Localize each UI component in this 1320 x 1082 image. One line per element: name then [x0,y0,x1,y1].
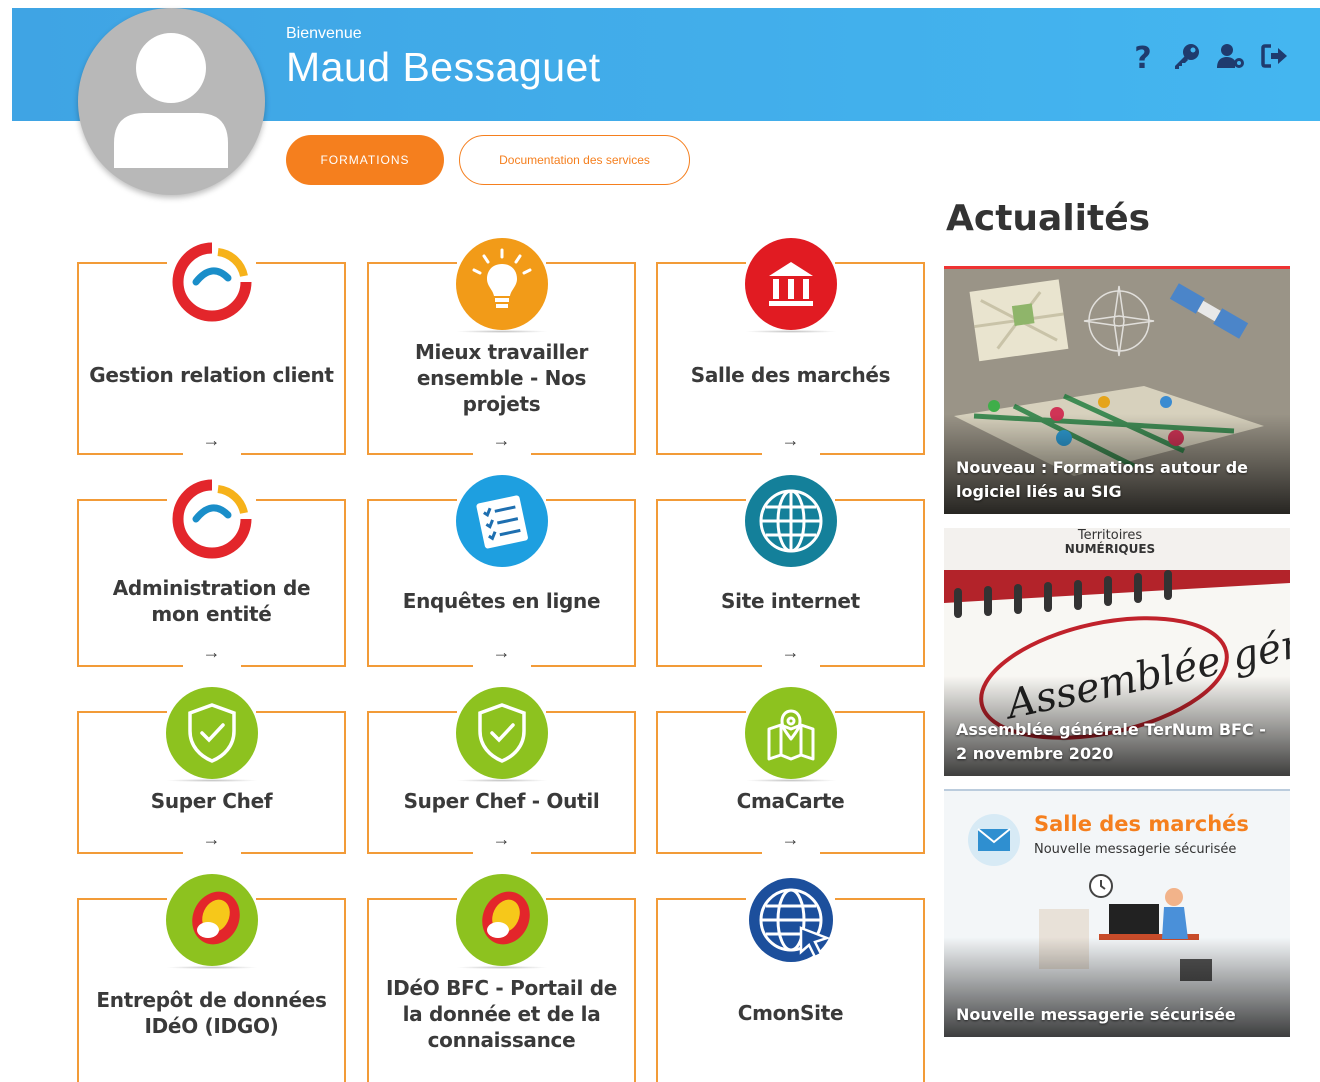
tile-title: Enquêtes en ligne [402,589,601,613]
tile-cmonsite[interactable]: CmonSite [656,878,925,1082]
tile-title: CmaCarte [736,789,845,813]
news-caption: Nouveau : Formations autour de logiciel … [956,458,1249,501]
shield-check-icon [455,687,548,779]
user-name: Maud Bessaguet [286,44,601,90]
arrow-right-icon: → [781,829,800,849]
ideo-icon [455,874,548,966]
welcome-text: Bienvenue [286,25,362,42]
tile-super-chef-outil[interactable]: Super Chef - Outil → [367,687,636,854]
tile-title: Site internet [721,589,860,613]
arrow-right-icon: → [202,430,221,450]
news-caption: Assemblée générale TerNum BFC - 2 novemb… [956,720,1266,763]
tile-gestion-relation-client[interactable]: Gestion relation client → [77,242,346,455]
tile-super-chef[interactable]: Super Chef → [77,687,346,854]
crm-icon [166,475,258,567]
formations-button[interactable]: FORMATIONS [286,135,444,185]
svg-text:?: ? [1134,41,1151,71]
tile-ideo-bfc-portail[interactable]: IDéO BFC - Portail de la donnée et de la… [367,874,636,1082]
globe-icon [744,475,837,567]
tile-enquetes-en-ligne[interactable]: Enquêtes en ligne → [367,475,636,667]
user-settings-icon[interactable] [1216,39,1246,73]
tile-title: Super Chef [150,789,273,813]
arrow-right-icon: → [492,829,511,849]
arrow-right-icon: → [492,642,511,662]
news-card-messagerie[interactable]: Salle des marchés Nouvelle messagerie sé… [944,789,1290,1037]
tile-cmacarte[interactable]: CmaCarte → [656,687,925,854]
tile-title: Entrepôt de données IDéO (IDGO) [96,988,327,1038]
tile-mieux-travailler-ensemble[interactable]: Mieux travailler ensemble - Nos projets … [367,238,636,455]
tile-title: IDéO BFC - Portail de la donnée et de la… [386,976,617,1052]
crm-icon [166,238,258,330]
tile-title: Super Chef - Outil [403,789,600,813]
brand-name-bottom: NUMÉRIQUES [1065,541,1155,556]
tile-title: CmonSite [737,1001,844,1025]
news-heading: Actualités [946,198,1151,239]
logout-icon[interactable] [1260,39,1290,73]
web-cursor-icon [745,874,837,966]
tile-administration-de-mon-entite[interactable]: Administration de mon entité → [77,479,346,667]
arrow-right-icon: → [492,430,511,450]
news-card-formations-sig[interactable]: Nouveau : Formations autour de logiciel … [944,266,1290,514]
messaging-subtitle: Nouvelle messagerie sécurisée [1034,842,1236,857]
news-caption: Nouvelle messagerie sécurisée [956,1005,1236,1024]
key-icon[interactable] [1172,39,1202,73]
shield-check-icon [165,687,258,779]
documentation-button[interactable]: Documentation des services [459,135,690,185]
tile-title: Salle des marchés [690,363,891,387]
messaging-title: Salle des marchés [1034,812,1249,836]
avatar [78,8,265,195]
lightbulb-icon [455,238,548,330]
bank-icon [744,238,837,330]
arrow-right-icon: → [781,642,800,662]
arrow-right-icon: → [781,430,800,450]
survey-icon [455,475,548,567]
map-icon [744,687,837,779]
help-icon[interactable]: ? [1128,39,1158,73]
arrow-right-icon: → [202,642,221,662]
news-card-assemblee-generale[interactable]: Territoires NUMÉRIQUES Assemblée général… [944,528,1290,776]
tile-title: Administration de mon entité [112,576,311,626]
tile-entrepot-de-donnees[interactable]: Entrepôt de données IDéO (IDGO) [77,874,346,1082]
header-actions: ? [1128,39,1290,73]
tile-site-internet[interactable]: Site internet → [656,475,925,667]
tile-salle-des-marches[interactable]: Salle des marchés → [656,238,925,455]
tile-title: Gestion relation client [89,363,334,387]
arrow-right-icon: → [202,829,221,849]
ideo-icon [165,874,258,966]
tile-title: Mieux travailler ensemble - Nos projets [414,340,589,416]
brand-name-top: Territoires [1077,528,1143,543]
